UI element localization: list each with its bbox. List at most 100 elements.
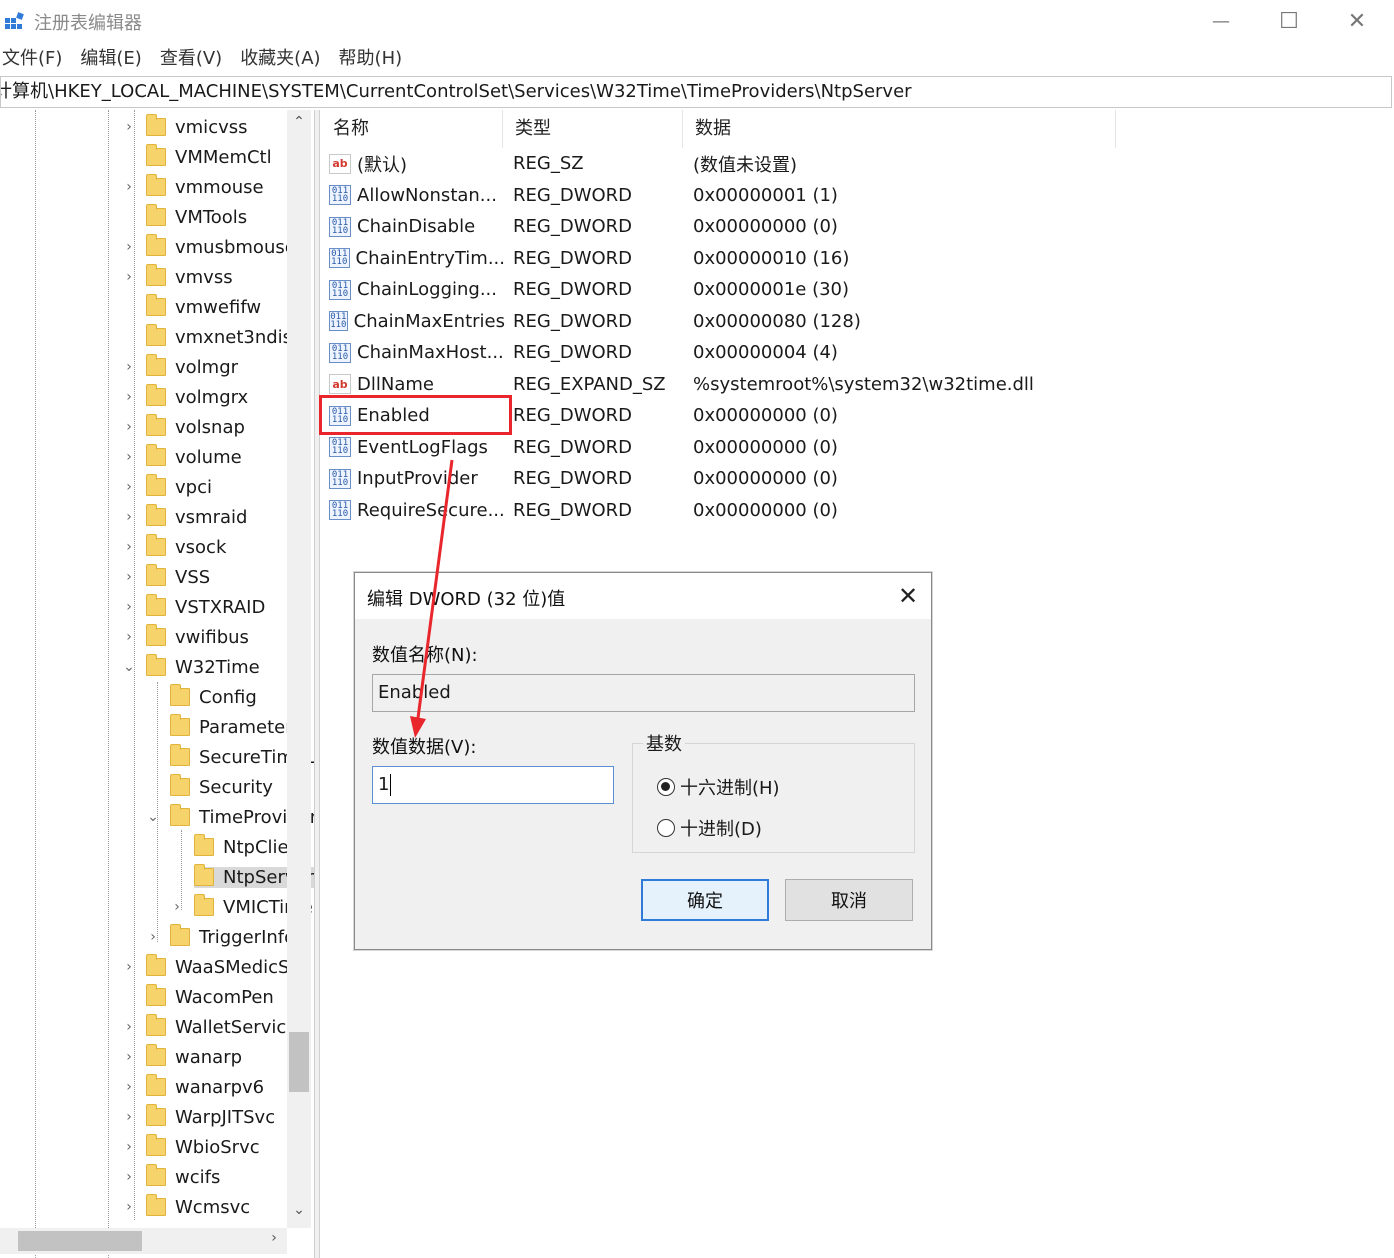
tree-item-body[interactable]: VSS <box>146 564 214 588</box>
panel-splitter[interactable] <box>314 110 320 1258</box>
tree-item-security[interactable]: Security <box>170 772 277 802</box>
tree-item-wanarp[interactable]: › wanarp <box>126 1042 246 1072</box>
tree-item-volsnap[interactable]: › volsnap <box>126 412 249 442</box>
expand-icon[interactable]: › <box>122 1079 136 1095</box>
tree-item-vwifibus[interactable]: › vwifibus <box>126 622 253 652</box>
maximize-button[interactable]: ☐ <box>1256 0 1322 42</box>
expand-icon[interactable]: › <box>122 419 136 435</box>
tree-item-vmusbmouse[interactable]: › vmusbmouse <box>126 232 300 262</box>
tree-item-walletservice[interactable]: › WalletService <box>126 1012 301 1042</box>
tree-item-vmmouse[interactable]: › vmmouse <box>126 172 268 202</box>
menu-file[interactable]: 文件(F) <box>0 44 66 74</box>
menu-view[interactable]: 查看(V) <box>156 44 226 74</box>
collapse-icon[interactable]: ⌄ <box>146 809 160 825</box>
value-data-input[interactable]: 1 <box>372 766 614 804</box>
expand-icon[interactable]: › <box>122 1049 136 1065</box>
value-row[interactable]: 011 110 RequireSecure... REG_DWORD 0x000000… <box>321 495 1321 526</box>
value-row[interactable]: 011 110 ChainDisable REG_DWORD 0x00000000 (… <box>321 211 1321 242</box>
tree-item-wcmsvc[interactable]: › Wcmsvc <box>126 1192 254 1222</box>
tree-item-vmicvss[interactable]: › vmicvss <box>126 112 252 142</box>
tree-item-body[interactable]: wcifs <box>146 1164 224 1188</box>
tree-item-triggerinfo[interactable]: › TriggerInfo <box>150 922 299 952</box>
horizontal-scroll-thumb[interactable] <box>18 1231 142 1251</box>
tree-item-wcifs[interactable]: › wcifs <box>126 1162 224 1192</box>
menu-help[interactable]: 帮助(H) <box>335 44 407 74</box>
cancel-button[interactable]: 取消 <box>785 879 913 921</box>
menu-edit[interactable]: 编辑(E) <box>76 44 145 74</box>
expand-icon[interactable]: › <box>122 179 136 195</box>
expand-icon[interactable]: › <box>122 599 136 615</box>
expand-icon[interactable]: › <box>122 479 136 495</box>
tree-item-w32time[interactable]: ⌄ W32Time <box>123 652 264 682</box>
tree-item-body[interactable]: vmicvss <box>146 114 252 138</box>
value-row[interactable]: 011 110 InputProvider REG_DWORD 0x00000000 … <box>321 463 1321 494</box>
tree-item-body[interactable]: vwifibus <box>146 624 253 648</box>
tree-item-vpci[interactable]: › vpci <box>126 472 216 502</box>
tree-item-body[interactable]: VMMemCtl <box>146 144 276 168</box>
radio-checked-icon[interactable] <box>657 778 675 796</box>
menu-favorites[interactable]: 收藏夹(A) <box>236 44 324 74</box>
radio-hexadecimal[interactable]: 十六进制(H) <box>657 774 780 800</box>
tree-item-vsock[interactable]: › vsock <box>126 532 230 562</box>
radio-decimal[interactable]: 十进制(D) <box>657 815 762 841</box>
tree-item-body[interactable]: VSTXRAID <box>146 594 269 618</box>
expand-icon[interactable]: › <box>122 239 136 255</box>
expand-icon[interactable]: › <box>122 629 136 645</box>
tree-item-body[interactable]: WacomPen <box>146 984 278 1008</box>
expand-icon[interactable]: › <box>122 539 136 555</box>
close-window-button[interactable]: ✕ <box>1324 0 1390 42</box>
tree-vertical-scrollbar[interactable]: ⌃ ⌄ <box>287 110 311 1228</box>
column-header-data[interactable]: 数据 <box>683 110 1116 148</box>
tree-item-body[interactable]: WbioSrvc <box>146 1134 264 1158</box>
tree-item-vss[interactable]: › VSS <box>126 562 214 592</box>
column-header-type[interactable]: 类型 <box>503 110 683 148</box>
vertical-scroll-thumb[interactable] <box>289 1032 309 1092</box>
expand-icon[interactable]: › <box>170 899 184 915</box>
tree-item-vmwefifw[interactable]: vmwefifw <box>146 292 265 322</box>
expand-icon[interactable]: › <box>122 1019 136 1035</box>
tree-item-vmmemctl[interactable]: VMMemCtl <box>146 142 276 172</box>
expand-icon[interactable]: › <box>122 119 136 135</box>
expand-icon[interactable]: › <box>122 959 136 975</box>
value-row[interactable]: 011 110 ChainMaxHost... REG_DWORD 0x0000000… <box>321 337 1321 368</box>
tree-item-body[interactable]: vmxnet3ndis6 <box>146 324 308 348</box>
value-row[interactable]: 011 110 EventLogFlags REG_DWORD 0x00000000 … <box>321 432 1321 463</box>
minimize-button[interactable]: — <box>1188 0 1254 42</box>
tree-item-body[interactable]: wanarp <box>146 1044 246 1068</box>
tree-horizontal-scrollbar[interactable]: › <box>0 1228 287 1254</box>
address-bar[interactable]: 计算机\HKEY_LOCAL_MACHINE\SYSTEM\CurrentCon… <box>0 76 1392 108</box>
tree-item-vstxraid[interactable]: › VSTXRAID <box>126 592 269 622</box>
collapse-icon[interactable]: ⌄ <box>122 659 136 675</box>
tree-item-body[interactable]: vmmouse <box>146 174 268 198</box>
expand-icon[interactable]: › <box>122 269 136 285</box>
value-row[interactable]: 011 110 AllowNonstan... REG_DWORD 0x0000000… <box>321 180 1321 211</box>
tree-item-wbiosrvc[interactable]: › WbioSrvc <box>126 1132 264 1162</box>
scroll-up-icon[interactable]: ⌃ <box>287 114 311 138</box>
expand-icon[interactable]: › <box>122 1169 136 1185</box>
tree-item-body[interactable]: Config <box>170 684 261 708</box>
column-header-name[interactable]: 名称 <box>321 110 503 148</box>
dialog-close-button[interactable]: ✕ <box>893 581 923 611</box>
tree-item-body[interactable]: WarpJITSvc <box>146 1104 279 1128</box>
tree-item-volmgrx[interactable]: › volmgrx <box>126 382 252 412</box>
tree-item-volume[interactable]: › volume <box>126 442 246 472</box>
tree-item-body[interactable]: volmgr <box>146 354 242 378</box>
expand-icon[interactable]: › <box>122 359 136 375</box>
tree-item-parameters[interactable]: Parameters <box>170 712 306 742</box>
tree-item-body[interactable]: volume <box>146 444 246 468</box>
ok-button[interactable]: 确定 <box>641 879 769 921</box>
tree-item-body[interactable]: wanarpv6 <box>146 1074 268 1098</box>
scroll-down-icon[interactable]: ⌄ <box>287 1202 311 1226</box>
tree-item-vsmraid[interactable]: › vsmraid <box>126 502 251 532</box>
tree-item-body[interactable]: vpci <box>146 474 216 498</box>
expand-icon[interactable]: › <box>122 1139 136 1155</box>
tree-item-body[interactable]: vmwefifw <box>146 294 265 318</box>
tree-item-body[interactable]: vmusbmouse <box>146 234 300 258</box>
tree-item-vmvss[interactable]: › vmvss <box>126 262 237 292</box>
value-row[interactable]: 011 110 ChainMaxEntries REG_DWORD 0x0000008… <box>321 306 1321 337</box>
radio-unchecked-icon[interactable] <box>657 819 675 837</box>
value-row[interactable]: ab (默认) REG_SZ (数值未设置) <box>321 148 1321 179</box>
scroll-right-icon[interactable]: › <box>264 1230 284 1252</box>
expand-icon[interactable]: › <box>122 1109 136 1125</box>
tree-item-body[interactable]: vsmraid <box>146 504 251 528</box>
